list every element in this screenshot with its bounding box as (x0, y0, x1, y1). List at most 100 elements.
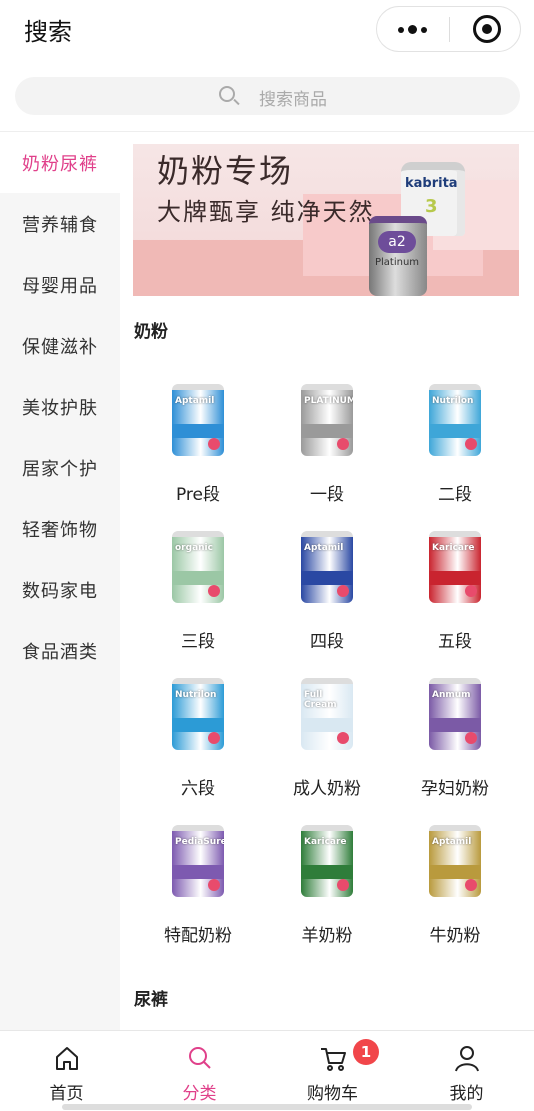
tab-label: 我的 (449, 1084, 484, 1104)
cart-count-badge: 1 (353, 1039, 379, 1065)
product-brand: PLATINUM (304, 396, 353, 406)
product-image: PediaSure (172, 825, 224, 897)
product-can: Aptamil (301, 531, 353, 603)
can-stripe (429, 865, 481, 879)
category-search-icon (189, 1047, 211, 1069)
product-label: 羊奶粉 (301, 926, 353, 946)
product-item[interactable]: Nutrilon 六段 (134, 666, 262, 813)
banner-subtitle: 大牌甄享 纯净天然 (157, 198, 375, 226)
tab-cart[interactable]: 购物车 (266, 1031, 399, 1111)
can-badge (337, 438, 349, 450)
tab-label: 购物车 (307, 1084, 358, 1104)
product-can: Karicare (301, 825, 353, 897)
product-label: 牛奶粉 (429, 926, 481, 946)
sidebar-item-health[interactable]: 保健滋补 (0, 315, 120, 376)
record-target-icon[interactable] (473, 15, 501, 43)
tab-mine[interactable]: 我的 (400, 1031, 533, 1111)
product-brand: Nutrilon (175, 690, 217, 700)
product-item[interactable]: Karicare 五段 (391, 519, 519, 666)
product-image: Aptamil (429, 825, 481, 897)
user-icon (455, 1046, 479, 1072)
section-title-milk: 奶粉 (134, 322, 168, 342)
sidebar-item-home-care[interactable]: 居家个护 (0, 437, 120, 498)
product-image: Karicare (301, 825, 353, 897)
product-can: Anmum (429, 678, 481, 750)
product-brand: Aptamil (175, 396, 215, 406)
product-label: 三段 (181, 632, 215, 652)
product-label: 二段 (438, 485, 472, 505)
search-input[interactable]: 搜索商品 (15, 77, 520, 115)
sidebar-item-nutrition[interactable]: 营养辅食 (0, 193, 120, 254)
product-label: Pre段 (175, 485, 221, 505)
can-badge (208, 585, 220, 597)
product-image: Nutrilon (172, 678, 224, 750)
category-content: 奶粉专场 大牌甄享 纯净天然 kabrita 3 a2 Platinum 奶粉 … (120, 132, 534, 1030)
can-badge (465, 732, 477, 744)
capsule-divider (449, 17, 450, 42)
product-label: 四段 (310, 632, 344, 652)
product-can: PediaSure (172, 825, 224, 897)
kabrita-stage: 3 (425, 196, 438, 217)
product-item[interactable]: Nutrilon 二段 (391, 372, 519, 519)
can-stripe (301, 571, 353, 585)
can-badge (208, 879, 220, 891)
can-stripe (429, 718, 481, 732)
product-item[interactable]: Karicare 羊奶粉 (263, 813, 391, 960)
product-image: Nutrilon (429, 384, 481, 456)
product-item[interactable]: Anmum 孕妇奶粉 (391, 666, 519, 813)
category-sidebar: 奶粉尿裤 营养辅食 母婴用品 保健滋补 美妆护肤 居家个护 轻奢饰物 数码家电 … (0, 132, 120, 1030)
mini-program-capsule (376, 6, 521, 52)
bottom-tab-bar: 首页 分类 购物车 我的 (0, 1030, 534, 1110)
can-badge (208, 438, 220, 450)
product-can: Karicare (429, 531, 481, 603)
product-label: 特配奶粉 (164, 926, 232, 946)
page-title: 搜索 (24, 18, 72, 46)
product-can: Nutrilon (172, 678, 224, 750)
tab-label: 分类 (182, 1084, 217, 1104)
promo-banner[interactable]: 奶粉专场 大牌甄享 纯净天然 kabrita 3 a2 Platinum (133, 144, 519, 296)
sidebar-item-beauty[interactable]: 美妆护肤 (0, 376, 120, 437)
product-image: PLATINUM (301, 384, 353, 456)
product-item[interactable]: PediaSure 特配奶粉 (134, 813, 262, 960)
product-label: 一段 (310, 485, 344, 505)
sidebar-item-baby-products[interactable]: 母婴用品 (0, 254, 120, 315)
can-stripe (429, 571, 481, 585)
can-badge (208, 732, 220, 744)
sidebar-item-accessories[interactable]: 轻奢饰物 (0, 498, 120, 559)
search-placeholder: 搜索商品 (259, 90, 327, 110)
product-item[interactable]: organic 三段 (134, 519, 262, 666)
product-item[interactable]: Aptamil Pre段 (134, 372, 262, 519)
product-brand: organic (175, 543, 213, 553)
kabrita-label: kabrita (405, 176, 458, 191)
home-indicator (62, 1104, 472, 1110)
tab-category[interactable]: 分类 (133, 1031, 266, 1111)
product-image: Full Cream (301, 678, 353, 750)
can-badge (337, 732, 349, 744)
sidebar-item-milk-diaper[interactable]: 奶粉尿裤 (0, 132, 120, 193)
more-dots-icon[interactable] (377, 7, 449, 51)
product-item[interactable]: PLATINUM 一段 (263, 372, 391, 519)
product-item[interactable]: Aptamil 四段 (263, 519, 391, 666)
can-badge (337, 585, 349, 597)
sidebar-item-food-wine[interactable]: 食品酒类 (0, 620, 120, 681)
can-stripe (172, 424, 224, 438)
tab-home[interactable]: 首页 (0, 1031, 133, 1111)
search-icon (219, 86, 235, 102)
product-image: Karicare (429, 531, 481, 603)
can-stripe (172, 865, 224, 879)
can-badge (337, 879, 349, 891)
can-stripe (301, 424, 353, 438)
can-stripe (301, 865, 353, 879)
can-stripe (301, 718, 353, 732)
product-brand: PediaSure (175, 837, 224, 847)
can-stripe (172, 571, 224, 585)
product-brand: Karicare (432, 543, 475, 553)
product-item[interactable]: Aptamil 牛奶粉 (391, 813, 519, 960)
top-bar: 搜索 (0, 0, 534, 62)
product-image: Aptamil (172, 384, 224, 456)
product-brand: Anmum (432, 690, 471, 700)
product-brand: Karicare (304, 837, 347, 847)
sidebar-item-electronics[interactable]: 数码家电 (0, 559, 120, 620)
product-can: PLATINUM (301, 384, 353, 456)
product-item[interactable]: Full Cream 成人奶粉 (263, 666, 391, 813)
